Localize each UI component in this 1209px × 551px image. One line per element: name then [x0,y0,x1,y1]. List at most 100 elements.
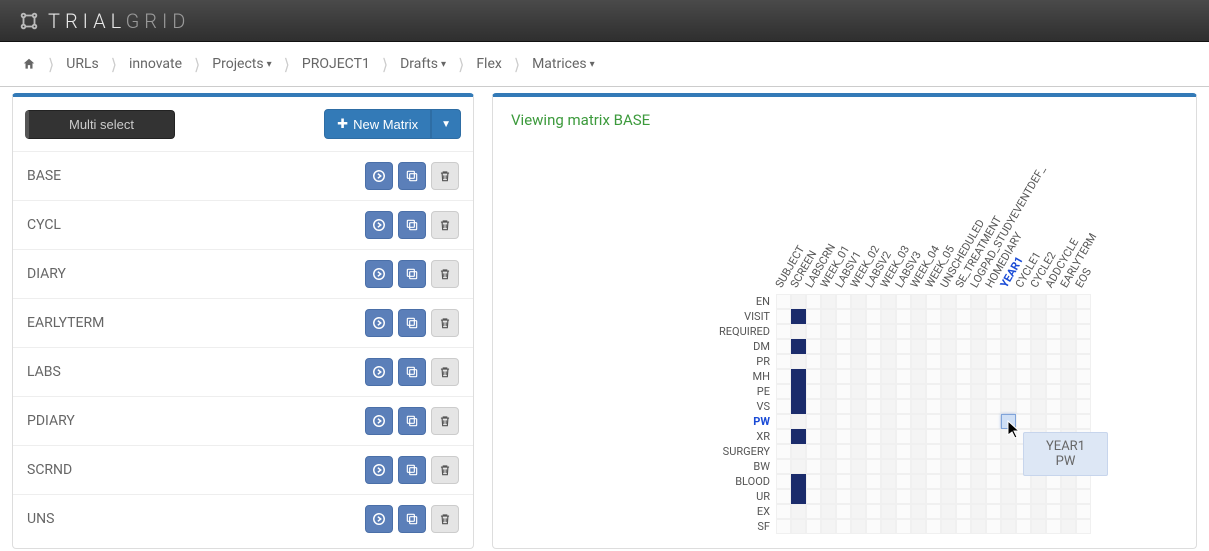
matrix-cell[interactable] [956,474,971,489]
multi-select-button[interactable]: Multi select [25,110,175,139]
matrix-cell[interactable] [971,339,986,354]
matrix-cell[interactable] [941,324,956,339]
matrix-cell[interactable] [986,429,1001,444]
matrix-cell[interactable] [1031,384,1046,399]
matrix-cell[interactable] [1046,399,1061,414]
matrix-cell[interactable] [836,429,851,444]
matrix-cell[interactable] [881,414,896,429]
breadcrumb-item[interactable]: Projects▾ [206,52,277,76]
matrix-cell[interactable] [806,339,821,354]
matrix-cell[interactable] [1031,309,1046,324]
matrix-cell[interactable] [1076,384,1091,399]
copy-button[interactable] [398,456,426,484]
matrix-cell[interactable] [881,504,896,519]
matrix-list-item[interactable]: UNS [13,495,473,543]
row-label[interactable]: EN [711,295,776,308]
matrix-cell[interactable] [806,309,821,324]
matrix-cell[interactable] [911,294,926,309]
matrix-cell[interactable] [1016,369,1031,384]
matrix-cell[interactable] [821,489,836,504]
row-label[interactable]: REQUIRED [711,325,776,338]
matrix-cell[interactable] [791,504,806,519]
row-label[interactable]: PE [711,385,776,398]
matrix-cell[interactable] [896,354,911,369]
matrix-cell[interactable] [926,399,941,414]
matrix-cell[interactable] [866,444,881,459]
matrix-cell[interactable] [896,414,911,429]
matrix-cell[interactable] [836,384,851,399]
delete-button[interactable] [431,260,459,288]
matrix-cell[interactable] [986,354,1001,369]
row-label[interactable]: PR [711,355,776,368]
matrix-list-item[interactable]: BASE [13,152,473,201]
matrix-cell[interactable] [1076,309,1091,324]
matrix-cell[interactable] [1016,294,1031,309]
column-header[interactable]: SCREEN [791,139,806,294]
matrix-cell[interactable] [836,414,851,429]
matrix-cell[interactable] [896,459,911,474]
matrix-cell[interactable] [851,369,866,384]
matrix-cell[interactable] [911,504,926,519]
column-header[interactable]: HOMEDIARY [986,139,1001,294]
matrix-cell[interactable] [776,294,791,309]
matrix-cell[interactable] [806,354,821,369]
column-header[interactable]: WEEK_03 [881,139,896,294]
matrix-cell[interactable] [836,294,851,309]
matrix-cell[interactable] [821,429,836,444]
matrix-cell[interactable] [866,414,881,429]
matrix-cell[interactable] [776,474,791,489]
matrix-cell[interactable] [866,489,881,504]
matrix-cell[interactable] [1001,324,1016,339]
matrix-cell[interactable] [956,504,971,519]
matrix-cell[interactable] [881,294,896,309]
matrix-cell[interactable] [1001,474,1016,489]
matrix-cell[interactable] [1001,489,1016,504]
column-header[interactable]: LOGPAD_STUDYEVENTDEF_ [971,139,986,294]
matrix-cell[interactable] [971,309,986,324]
matrix-cell[interactable] [866,309,881,324]
copy-button[interactable] [398,260,426,288]
matrix-cell[interactable] [1031,414,1046,429]
matrix-cell[interactable] [941,399,956,414]
matrix-cell[interactable] [1031,294,1046,309]
matrix-cell[interactable] [986,459,1001,474]
matrix-cell[interactable] [896,369,911,384]
matrix-cell[interactable] [1001,444,1016,459]
matrix-cell[interactable] [1031,504,1046,519]
matrix-cell[interactable] [836,309,851,324]
matrix-cell[interactable] [1061,399,1076,414]
matrix-cell[interactable] [1061,309,1076,324]
matrix-cell[interactable] [911,489,926,504]
matrix-cell[interactable] [791,474,806,489]
matrix-cell[interactable] [956,324,971,339]
matrix-cell[interactable] [896,444,911,459]
matrix-cell[interactable] [776,399,791,414]
matrix-cell[interactable] [806,474,821,489]
breadcrumb-item[interactable]: Drafts▾ [394,52,452,76]
matrix-cell[interactable] [776,414,791,429]
matrix-cell[interactable] [821,399,836,414]
column-header[interactable]: SE_TREATMENT [956,139,971,294]
column-header[interactable]: ADDCYCLE [1046,139,1061,294]
matrix-cell[interactable] [776,519,791,534]
column-header[interactable]: WEEK_05 [926,139,941,294]
delete-button[interactable] [431,456,459,484]
breadcrumb-item[interactable]: URLs [60,52,104,76]
matrix-cell[interactable] [806,429,821,444]
matrix-list-item[interactable]: EARLYTERM [13,299,473,348]
column-header[interactable]: LABSV2 [866,139,881,294]
matrix-cell[interactable] [986,339,1001,354]
open-button[interactable] [365,505,393,533]
matrix-cell[interactable] [1001,504,1016,519]
matrix-cell[interactable] [986,324,1001,339]
copy-button[interactable] [398,309,426,337]
matrix-cell[interactable] [1031,369,1046,384]
matrix-cell[interactable] [1046,489,1061,504]
matrix-cell[interactable] [941,414,956,429]
matrix-cell[interactable] [806,369,821,384]
copy-button[interactable] [398,211,426,239]
matrix-cell[interactable] [881,489,896,504]
matrix-cell[interactable] [1001,309,1016,324]
matrix-cell[interactable] [1061,354,1076,369]
matrix-cell[interactable] [1016,339,1031,354]
